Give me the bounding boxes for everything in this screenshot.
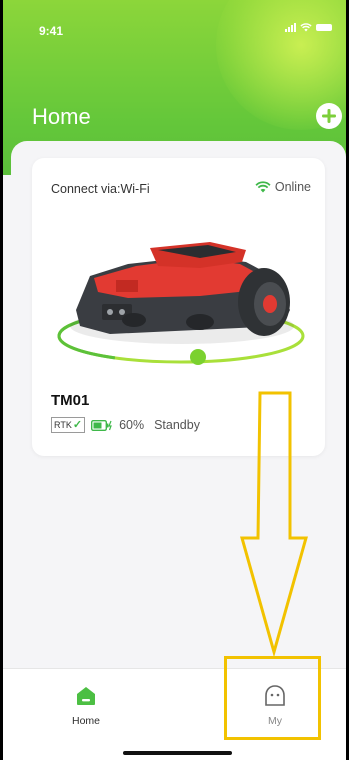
battery-percent: 60% <box>119 418 145 432</box>
robot-mower-image <box>57 242 305 365</box>
annotation-highlight-box <box>224 656 321 740</box>
device-name: TM01 <box>51 392 90 409</box>
status-icons <box>285 22 332 32</box>
device-card[interactable]: Connect via:Wi-Fi Online TM01 RTK ✓ 60% … <box>32 158 325 456</box>
rtk-label: RTK <box>54 420 72 430</box>
check-icon: ✓ <box>72 419 83 431</box>
home-icon <box>75 683 97 709</box>
plus-icon <box>322 109 336 123</box>
rtk-badge: RTK ✓ <box>51 417 86 433</box>
add-device-button[interactable] <box>316 103 342 129</box>
connection-label: Connect via:Wi-Fi <box>51 182 150 196</box>
tab-home[interactable]: Home <box>26 669 146 749</box>
status-time: 9:41 <box>39 24 64 38</box>
online-label: Online <box>274 180 311 194</box>
device-state: Standby <box>154 418 200 432</box>
wifi-status-icon <box>300 22 312 32</box>
cellular-signal-icon <box>285 22 296 32</box>
battery-status-icon <box>316 23 332 31</box>
home-indicator <box>123 751 232 755</box>
app-screen: 9:41 Home Connect via:Wi-Fi Online TM01 … <box>3 0 346 760</box>
device-status-row: RTK ✓ 60% Standby <box>51 417 200 433</box>
battery-charging-icon <box>91 419 113 431</box>
wifi-icon <box>255 181 271 193</box>
online-status: Online <box>255 180 311 194</box>
page-title: Home <box>32 104 91 129</box>
tab-home-label: Home <box>71 715 100 727</box>
